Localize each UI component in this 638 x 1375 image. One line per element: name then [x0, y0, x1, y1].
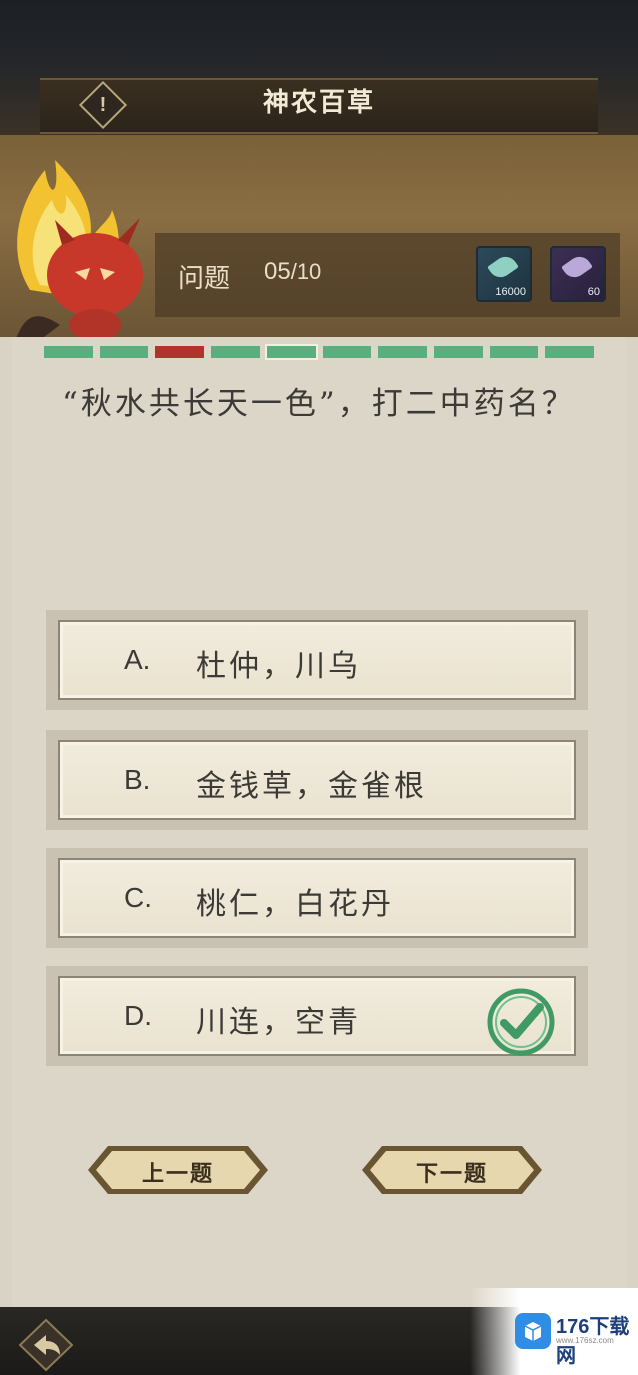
progress-segment-1 [44, 346, 93, 358]
watermark-url: www.176sz.com [556, 1336, 614, 1345]
question-total: /10 [290, 259, 322, 284]
option-a[interactable]: A. 杜仲，川乌 [58, 620, 576, 700]
progress-bar [44, 344, 595, 360]
back-arrow-icon[interactable] [16, 1318, 76, 1372]
option-b[interactable]: B. 金钱草，金雀根 [58, 740, 576, 820]
item-count: 16000 [495, 286, 526, 298]
fire-spirit-mascot-icon [15, 160, 143, 340]
option-text: 桃仁，白花丹 [196, 887, 394, 922]
purple-herb-icon [561, 252, 593, 282]
question-current: 05 [264, 258, 291, 285]
item-count: 60 [587, 286, 600, 298]
next-question-button[interactable]: 下一题 [358, 1142, 546, 1198]
previous-question-label: 上一题 [141, 1161, 214, 1187]
progress-segment-8 [433, 346, 483, 358]
page-title: 神农百草 [262, 88, 375, 118]
previous-question-button[interactable]: 上一题 [84, 1142, 272, 1198]
option-c[interactable]: C. 桃仁，白花丹 [58, 858, 576, 938]
progress-segment-2 [99, 346, 149, 358]
progress-segment-7 [378, 346, 427, 358]
progress-segment-9 [489, 346, 539, 358]
option-text: 川连，空青 [196, 1005, 361, 1040]
progress-segment-10 [545, 346, 595, 358]
question-text: “秋水共长天一色”，打二中药名？ [62, 386, 576, 422]
progress-segment-5 [264, 344, 318, 360]
question-label: 问题 [178, 264, 231, 294]
herb-leaf-item[interactable]: 16000 [476, 246, 532, 302]
question-counter: 05/10 [264, 258, 321, 286]
option-text: 杜仲，川乌 [196, 649, 361, 684]
option-letter: C. [124, 882, 152, 913]
progress-segment-3 [155, 346, 205, 358]
option-text: 金钱草，金雀根 [196, 769, 427, 804]
purple-herb-item[interactable]: 60 [550, 246, 606, 302]
next-question-label: 下一题 [415, 1161, 488, 1187]
herb-leaf-icon [487, 252, 519, 282]
progress-segment-6 [322, 346, 372, 358]
option-letter: D. [124, 1000, 152, 1031]
watermark-logo-icon [515, 1313, 551, 1349]
option-letter: B. [124, 764, 151, 795]
progress-segment-4 [211, 346, 260, 358]
option-letter: A. [124, 644, 151, 675]
correct-check-icon [487, 988, 555, 1056]
